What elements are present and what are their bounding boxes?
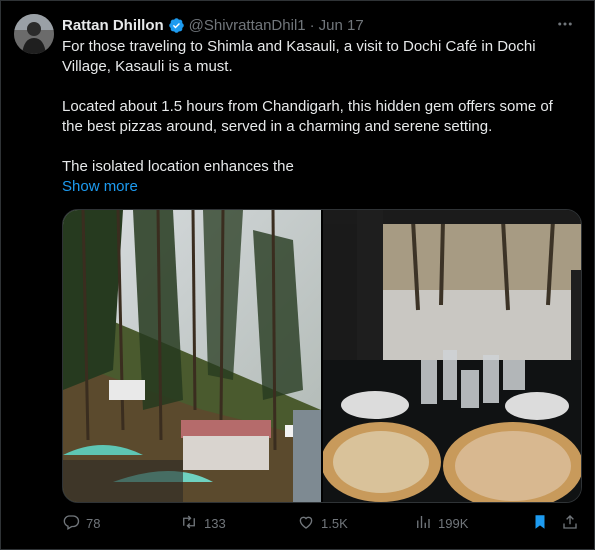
photo-forest-cafe[interactable] (63, 210, 321, 502)
views-count: 199K (438, 515, 469, 531)
reply-count: 78 (86, 515, 101, 531)
reply-icon (62, 513, 80, 534)
like-button[interactable]: 1.5K (297, 513, 414, 534)
more-options-icon[interactable] (553, 14, 577, 34)
bookmark-button[interactable] (531, 513, 561, 534)
media-grid (62, 209, 582, 503)
share-button[interactable] (561, 513, 581, 534)
avatar[interactable] (14, 14, 54, 54)
author-handle[interactable]: @ShivrattanDhil1 (189, 17, 306, 34)
author-name[interactable]: Rattan Dhillon (62, 17, 164, 34)
repost-icon (180, 513, 198, 534)
show-more-link[interactable]: Show more (62, 177, 138, 197)
like-count: 1.5K (321, 515, 348, 531)
tweet-text: For those traveling to Shimla and Kasaul… (62, 37, 577, 177)
views-button[interactable]: 199K (414, 513, 531, 534)
verified-badge-icon (168, 17, 185, 34)
tweet-paragraph: Located about 1.5 hours from Chandigarh,… (62, 98, 553, 135)
heart-icon (297, 513, 315, 534)
views-icon (414, 513, 432, 534)
tweet-paragraph: For those traveling to Shimla and Kasaul… (62, 38, 536, 75)
repost-button[interactable]: 133 (180, 513, 297, 534)
action-bar: 78 133 1.5K 199K (62, 512, 582, 534)
separator-dot: · (309, 16, 315, 34)
bookmark-icon (531, 513, 549, 534)
tweet-header: Rattan Dhillon @ShivrattanDhil1 · Jun 17 (62, 15, 364, 35)
share-icon (561, 513, 579, 534)
tweet-paragraph: The isolated location enhances the (62, 158, 294, 175)
reply-button[interactable]: 78 (62, 513, 180, 534)
repost-count: 133 (204, 515, 226, 531)
tweet-date[interactable]: Jun 17 (319, 17, 364, 34)
photo-pizza-table[interactable] (323, 210, 581, 502)
